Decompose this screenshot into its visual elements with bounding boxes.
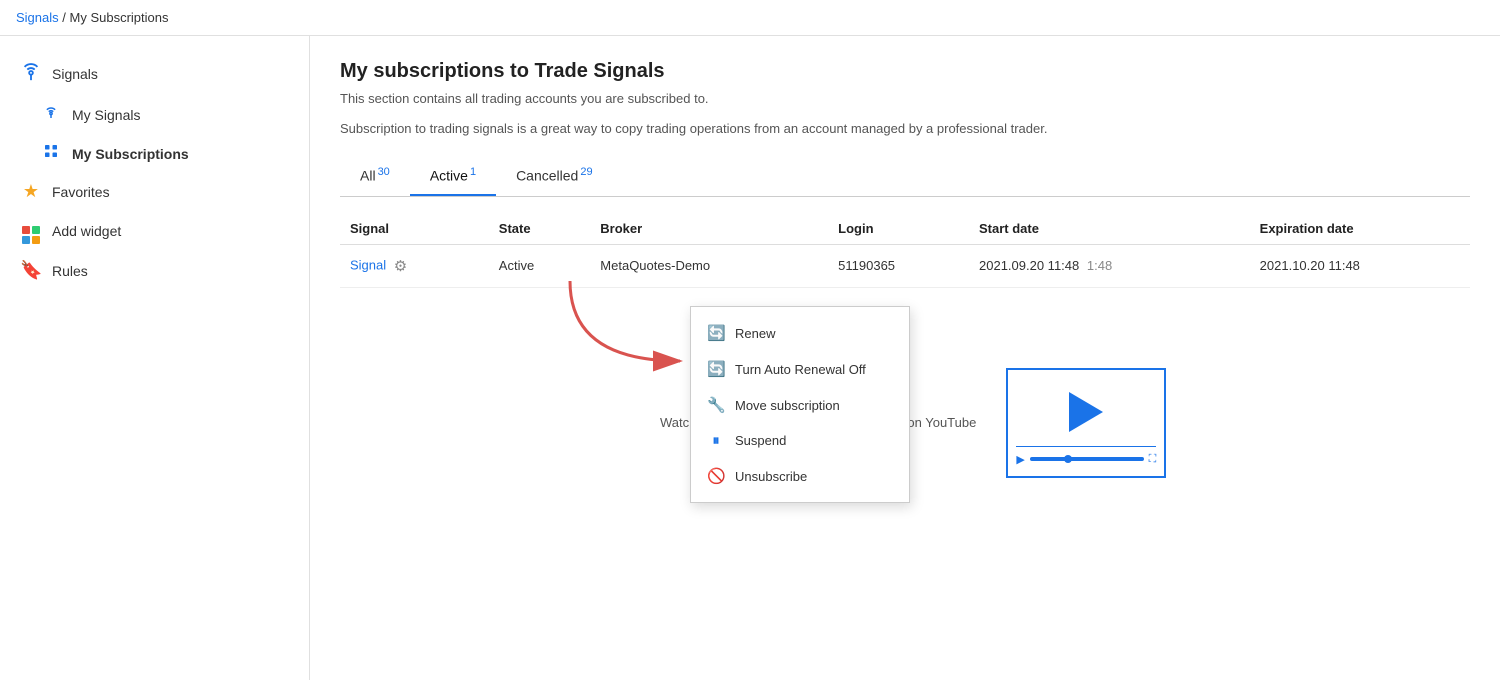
tab-cancelled[interactable]: Cancelled29 (496, 158, 613, 196)
row-expiration-date: 2021.10.20 11:48 (1250, 244, 1470, 287)
tab-cancelled-label: Cancelled (516, 168, 578, 184)
expand-icon: ⛶ (1149, 453, 1157, 466)
menu-item-suspend-label: Suspend (735, 433, 786, 448)
row-state: Active (489, 244, 591, 287)
sidebar-item-favorites[interactable]: ★ Favorites (0, 173, 309, 210)
tab-all-badge: 30 (378, 166, 390, 178)
video-play-area (1016, 378, 1156, 446)
person-icon (40, 142, 62, 165)
subscriptions-table: Signal State Broker Login Start date Exp… (340, 213, 1470, 288)
video-controls: ▶ ⛶ (1016, 446, 1156, 468)
gear-button[interactable]: ⚙ (390, 255, 411, 277)
tab-active-label: Active (430, 168, 468, 184)
col-signal: Signal (340, 213, 489, 245)
video-thumbnail[interactable]: ▶ ⛶ (1006, 368, 1166, 478)
page-desc-1: This section contains all trading accoun… (340, 89, 1470, 109)
menu-item-unsubscribe[interactable]: 🚫 Unsubscribe (691, 458, 909, 494)
breadcrumb-signals-link[interactable]: Signals (16, 10, 59, 25)
sidebar-signals-label: Signals (52, 66, 98, 82)
row-broker: MetaQuotes-Demo (590, 244, 828, 287)
antenna-icon (20, 60, 42, 87)
sidebar: Signals My Signals (0, 36, 310, 680)
cancel-icon: 🚫 (707, 467, 725, 485)
sidebar-item-add-widget[interactable]: Add widget (0, 210, 309, 252)
main-layout: Signals My Signals (0, 36, 1500, 680)
tab-cancelled-badge: 29 (580, 166, 592, 178)
wave-icon (40, 103, 62, 126)
row-start-date: 2021.09.20 11:48 1:48 (969, 244, 1250, 287)
col-broker: Broker (590, 213, 828, 245)
col-start-date: Start date (969, 213, 1250, 245)
tab-all-label: All (360, 168, 376, 184)
context-menu: 🔄 Renew 🔄 Turn Auto Renewal Off 🔧 Move s… (690, 306, 910, 503)
menu-item-renew[interactable]: 🔄 Renew (691, 315, 909, 351)
sidebar-item-my-signals[interactable]: My Signals (0, 95, 309, 134)
col-login: Login (828, 213, 969, 245)
row-signal[interactable]: Signal ⚙ (340, 244, 489, 287)
pause-icon: ⏸ (707, 432, 725, 449)
col-state: State (489, 213, 591, 245)
sidebar-favorites-label: Favorites (52, 184, 110, 200)
tabs-container: All30 Active1 Cancelled29 (340, 158, 1470, 197)
tab-active-badge: 1 (470, 166, 476, 178)
sidebar-rules-label: Rules (52, 263, 88, 279)
widget-icon (20, 218, 42, 244)
progress-dot (1064, 455, 1072, 463)
play-icon: ▶ (1016, 453, 1024, 466)
main-content: My subscriptions to Trade Signals This s… (310, 36, 1500, 680)
sidebar-my-signals-label: My Signals (72, 107, 140, 123)
sidebar-add-widget-label: Add widget (52, 223, 121, 239)
sidebar-item-rules[interactable]: 🔖 Rules (0, 252, 309, 289)
renew-icon: 🔄 (707, 324, 725, 342)
sidebar-my-subscriptions-label: My Subscriptions (72, 146, 189, 162)
col-expiration-date: Expiration date (1250, 213, 1470, 245)
menu-item-suspend[interactable]: ⏸ Suspend (691, 423, 909, 458)
auto-renew-off-icon: 🔄 (707, 360, 725, 378)
sidebar-item-signals[interactable]: Signals (0, 52, 309, 95)
menu-item-renew-label: Renew (735, 326, 775, 341)
star-icon: ★ (20, 181, 42, 202)
tab-all[interactable]: All30 (340, 158, 410, 196)
page-title: My subscriptions to Trade Signals (340, 60, 1470, 83)
wrench-icon: 🔧 (707, 396, 725, 414)
page-desc-2: Subscription to trading signals is a gre… (340, 119, 1470, 139)
tab-active[interactable]: Active1 (410, 158, 496, 196)
breadcrumb-separator: / (62, 10, 69, 25)
menu-item-move-subscription[interactable]: 🔧 Move subscription (691, 387, 909, 423)
play-button-icon (1069, 392, 1103, 432)
sidebar-item-my-subscriptions[interactable]: My Subscriptions (0, 134, 309, 173)
breadcrumb-current: My Subscriptions (70, 10, 169, 25)
menu-item-move-label: Move subscription (735, 398, 840, 413)
breadcrumb: Signals / My Subscriptions (0, 0, 1500, 36)
progress-bar (1030, 457, 1144, 461)
ribbon-icon: 🔖 (20, 260, 42, 281)
menu-item-unsubscribe-label: Unsubscribe (735, 469, 807, 484)
row-login: 51190365 (828, 244, 969, 287)
menu-item-turn-off-label: Turn Auto Renewal Off (735, 362, 866, 377)
menu-item-turn-off-auto-renewal[interactable]: 🔄 Turn Auto Renewal Off (691, 351, 909, 387)
table-row: Signal ⚙ Active MetaQuotes-Demo 51190365… (340, 244, 1470, 287)
